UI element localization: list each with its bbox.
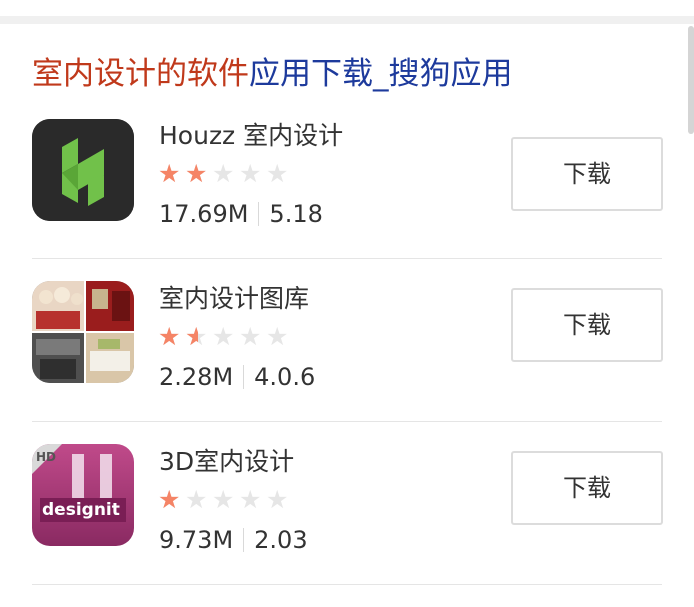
icon-badge: HD (36, 450, 57, 464)
houzz-logo-icon[interactable] (32, 119, 134, 221)
app-name[interactable]: Houzz 室内设计 (159, 116, 343, 152)
download-button[interactable]: 下载 (511, 451, 663, 525)
app-meta: 17.69M 5.18 (159, 200, 323, 228)
app-meta: 9.73M 2.03 (159, 526, 308, 554)
star-empty-icon: ★ (239, 322, 262, 351)
app-name[interactable]: 3D室内设计 (159, 442, 294, 478)
download-button[interactable]: 下载 (511, 137, 663, 211)
star-empty-icon: ★ (266, 322, 289, 351)
designit-logo-icon[interactable]: HD designit (32, 444, 134, 546)
rating-stars: ★ ★ ★ ★ ★ ★ ★ (158, 159, 291, 188)
star-empty-icon: ★ (239, 485, 262, 514)
app-size: 17.69M (159, 200, 249, 228)
rating-stars: ★ ★ ★ ★ ★ ★ (158, 485, 291, 514)
star-empty-icon: ★ (212, 322, 235, 351)
download-button[interactable]: 下载 (511, 288, 663, 362)
star-empty-icon: ★ (185, 485, 208, 514)
result-title-link[interactable]: 室内设计的软件应用下载_搜狗应用 (32, 52, 513, 96)
top-band (0, 0, 694, 24)
star-empty-icon: ★ (212, 485, 235, 514)
app-size: 2.28M (159, 363, 234, 391)
interior-photo-collage-icon[interactable] (32, 281, 134, 383)
app-meta: 2.28M 4.0.6 (159, 363, 315, 391)
app-row[interactable]: 室内设计图库 ★ ★ ★ ★ ★ ★ ★ 2.28M 4.0.6 下载 (32, 259, 663, 422)
star-empty-icon: ★ (266, 159, 289, 188)
app-size: 9.73M (159, 526, 234, 554)
app-version: 4.0.6 (254, 363, 316, 391)
star-empty-icon: ★ (239, 159, 262, 188)
star-filled-icon: ★ ★ (158, 485, 181, 514)
app-row[interactable]: HD designit 3D室内设计 ★ ★ ★ ★ ★ ★ 9.73M 2.03 … (32, 422, 663, 585)
title-rest: 应用下载_搜狗应用 (249, 56, 513, 92)
app-row[interactable]: Houzz 室内设计 ★ ★ ★ ★ ★ ★ ★ 17.69M 5.18 下载 (32, 96, 663, 259)
star-filled-icon: ★ ★ (185, 159, 208, 188)
star-empty-icon: ★ (266, 485, 289, 514)
icon-text: designit (42, 500, 120, 520)
star-empty-icon: ★ (212, 159, 235, 188)
title-highlight: 室内设计的软件 (32, 56, 249, 92)
app-name[interactable]: 室内设计图库 (159, 279, 309, 315)
star-filled-icon: ★ ★ (158, 159, 181, 188)
scrollbar[interactable] (688, 26, 694, 134)
app-version: 5.18 (269, 200, 323, 228)
app-version: 2.03 (254, 526, 308, 554)
rating-stars: ★ ★ ★ ★ ★ ★ ★ (158, 322, 291, 351)
star-half-icon: ★ ★ (185, 322, 208, 351)
star-filled-icon: ★ ★ (158, 322, 181, 351)
divider (32, 584, 662, 585)
